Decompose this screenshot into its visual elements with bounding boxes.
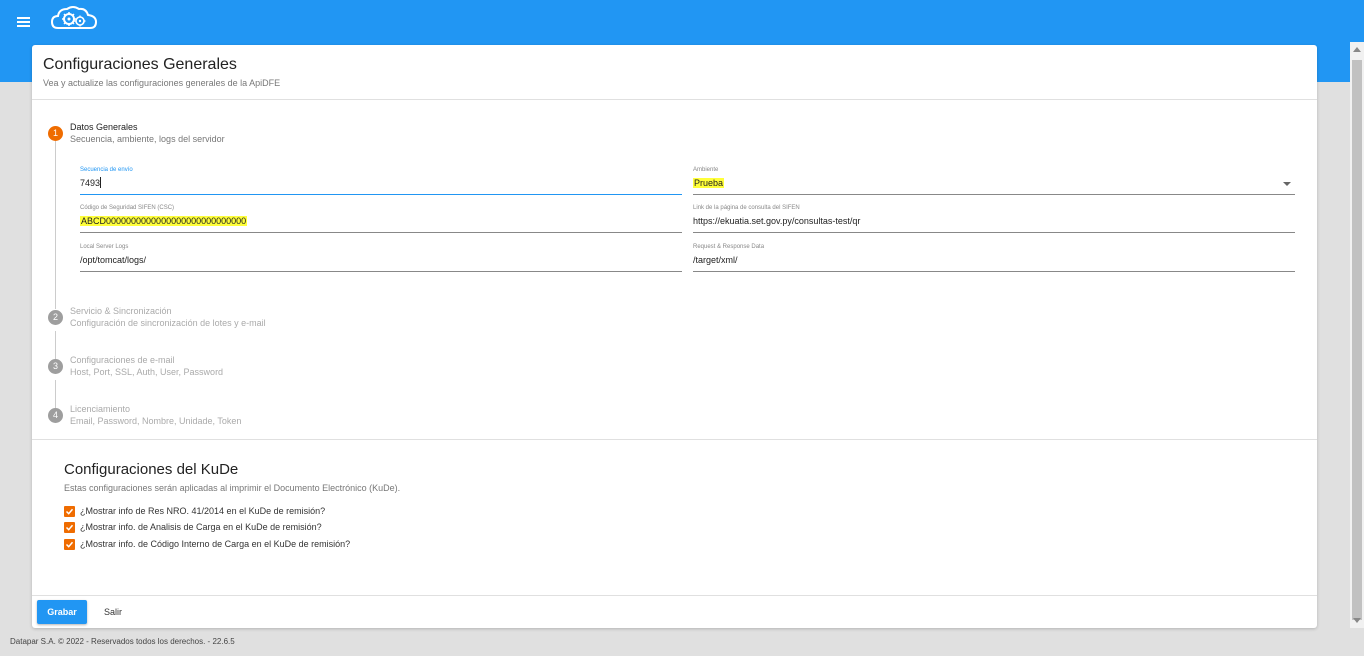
scroll-down-icon[interactable]: [1353, 618, 1361, 623]
dropdown-arrow-icon[interactable]: [1283, 182, 1291, 186]
header-divider: [32, 99, 1317, 100]
logs-field[interactable]: Local Server Logs /opt/tomcat/logs/: [80, 244, 682, 272]
checkbox-checked-icon[interactable]: [64, 506, 75, 517]
checkbox-checked-icon[interactable]: [64, 539, 75, 550]
field-label: Ambiente: [693, 167, 719, 173]
step-number-badge: 2: [48, 310, 63, 325]
step-subtitle: Email, Password, Nombre, Unidade, Token: [70, 416, 242, 426]
request-response-field[interactable]: Request & Response Data /target/xml/: [693, 244, 1295, 272]
checkbox-label[interactable]: ¿Mostrar info. de Código Interno de Carg…: [80, 539, 350, 550]
field-label: Código de Seguridad SIFEN (CSC): [80, 205, 175, 211]
hamburger-menu-icon[interactable]: [17, 13, 33, 29]
actions-divider: [32, 595, 1317, 596]
kude-section-title: Configuraciones del KuDe: [64, 461, 239, 478]
sequence-input[interactable]: 7493: [80, 177, 100, 189]
environment-select[interactable]: Ambiente Prueba: [693, 167, 1295, 195]
kude-section-subtitle: Estas configuraciones serán aplicadas al…: [64, 483, 401, 493]
footer-copyright: Datapar S.A. © 2022 - Reservados todos l…: [10, 637, 235, 646]
field-label: Local Server Logs: [80, 244, 129, 250]
save-button[interactable]: Grabar: [37, 600, 87, 624]
exit-button[interactable]: Salir: [96, 600, 130, 624]
request-response-input[interactable]: /target/xml/: [693, 254, 738, 266]
step-subtitle: Configuración de sincronización de lotes…: [70, 318, 266, 328]
field-label: Secuencia de envío: [80, 167, 133, 173]
section-divider: [32, 439, 1317, 440]
environment-value[interactable]: Prueba: [693, 177, 725, 189]
checkbox-checked-icon[interactable]: [64, 522, 75, 533]
step-number-badge: 3: [48, 359, 63, 374]
scroll-thumb[interactable]: [1352, 60, 1362, 620]
sequence-field[interactable]: Secuencia de envío 7493: [80, 167, 682, 195]
step-number-badge: 1: [48, 126, 63, 141]
scroll-up-icon[interactable]: [1353, 47, 1361, 52]
field-underline: [693, 194, 1295, 195]
field-underline: [80, 194, 682, 195]
text-caret: [100, 177, 101, 188]
step-title: Licenciamiento: [70, 404, 131, 414]
field-underline: [80, 232, 682, 233]
page-title: Configuraciones Generales: [43, 56, 237, 73]
step-number-badge: 4: [48, 408, 63, 423]
sifen-link-input[interactable]: https://ekuatia.set.gov.py/consultas-tes…: [693, 215, 860, 227]
step-title: Servicio & Sincronización: [70, 306, 172, 316]
step-subtitle: Host, Port, SSL, Auth, User, Password: [70, 367, 224, 377]
field-label: Request & Response Data: [693, 244, 765, 250]
csc-field[interactable]: Código de Seguridad SIFEN (CSC) ABCD0000…: [80, 205, 682, 233]
page-subtitle: Vea y actualize las configuraciones gene…: [43, 78, 281, 88]
stepper-line: [55, 380, 56, 408]
step-title: Configuraciones de e-mail: [70, 355, 175, 365]
vertical-scrollbar[interactable]: [1350, 42, 1364, 628]
step-subtitle: Secuencia, ambiente, logs del servidor: [70, 134, 225, 144]
checkbox-label[interactable]: ¿Mostrar info de Res NRO. 41/2014 en el …: [80, 506, 325, 517]
checkbox-label[interactable]: ¿Mostrar info. de Analisis de Carga en e…: [80, 522, 322, 533]
field-label: Link de la página de consulta del SIFEN: [693, 205, 800, 211]
field-underline: [80, 271, 682, 272]
stepper-line: [55, 331, 56, 359]
step-title: Datos Generales: [70, 122, 138, 132]
field-underline: [693, 271, 1295, 272]
field-underline: [693, 232, 1295, 233]
logs-input[interactable]: /opt/tomcat/logs/: [80, 254, 146, 266]
sifen-link-field[interactable]: Link de la página de consulta del SIFEN …: [693, 205, 1295, 233]
stepper-line: [55, 141, 56, 309]
settings-card: Configuraciones Generales Vea y actualiz…: [32, 45, 1317, 628]
csc-input[interactable]: ABCD0000000000000000000000000000: [80, 215, 248, 227]
cloud-gears-logo-icon: [50, 4, 98, 32]
